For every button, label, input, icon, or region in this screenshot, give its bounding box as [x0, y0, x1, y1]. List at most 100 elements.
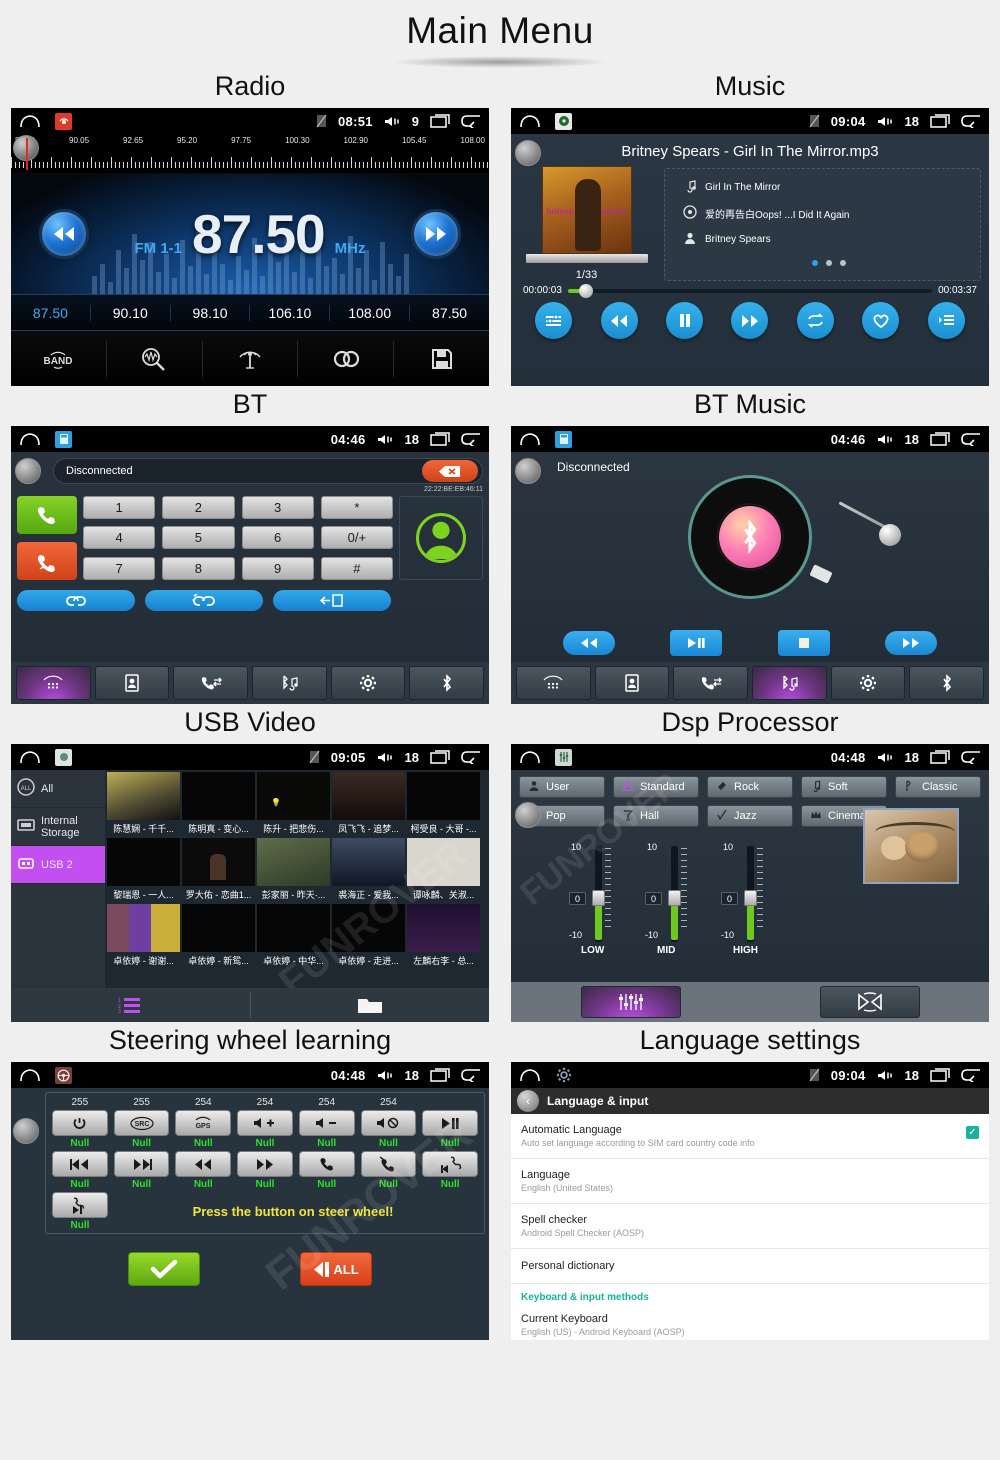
volume-knob[interactable] — [13, 1118, 39, 1144]
recents-icon[interactable] — [930, 1068, 950, 1082]
favorite-heart-icon[interactable] — [862, 302, 900, 339]
rewind-icon[interactable] — [175, 1151, 232, 1177]
recents-icon[interactable] — [930, 432, 950, 446]
previous-track-icon[interactable] — [600, 302, 638, 339]
mute-icon[interactable] — [360, 1110, 417, 1136]
home-icon[interactable] — [19, 114, 41, 128]
volume-knob[interactable] — [515, 140, 541, 166]
preset-hall[interactable]: Hall — [613, 805, 699, 827]
list-item[interactable]: 卓依婷 - 中华... — [257, 904, 330, 970]
preset-jazz[interactable]: Jazz — [707, 805, 793, 827]
list-item[interactable]: 黎瑞恩 - 一人... — [107, 838, 180, 904]
tab-bluetooth[interactable] — [909, 666, 985, 700]
list-item[interactable]: 柯受良 - 大哥 -... — [407, 772, 480, 838]
power-icon[interactable] — [52, 1110, 108, 1136]
list-item[interactable]: Personal dictionary — [511, 1249, 989, 1284]
music-app-icon[interactable] — [555, 112, 572, 130]
list-item[interactable]: Spell checker Android Spell Checker (AOS… — [511, 1204, 989, 1249]
next-track-icon[interactable] — [731, 302, 769, 339]
list-item[interactable]: 💡 陈升 - 把悲伤... — [257, 772, 330, 838]
recents-icon[interactable] — [930, 750, 950, 764]
volume-knob[interactable] — [15, 458, 41, 484]
volume-knob[interactable] — [515, 802, 541, 828]
volume-up-icon[interactable] — [237, 1110, 293, 1136]
tab-bluetooth[interactable] — [409, 666, 485, 700]
stop-icon[interactable] — [777, 630, 830, 656]
dsp-app-icon[interactable] — [555, 748, 572, 766]
key-hash[interactable]: # — [320, 556, 393, 580]
save-disk-icon[interactable] — [394, 341, 489, 377]
equalizer-icon[interactable] — [535, 302, 573, 339]
key-1[interactable]: 1 — [83, 496, 156, 519]
fader-high[interactable]: 10 -10 0 HIGH — [721, 842, 769, 956]
key-5[interactable]: 5 — [162, 526, 235, 550]
seek-up-button[interactable] — [411, 209, 461, 259]
recents-icon[interactable] — [430, 750, 450, 764]
back-icon[interactable] — [961, 1068, 981, 1084]
next-track-icon[interactable] — [113, 1151, 170, 1177]
tab-call-history[interactable] — [673, 666, 749, 700]
previous-track-icon[interactable] — [52, 1151, 108, 1177]
page-dots[interactable] — [683, 257, 974, 269]
recents-icon[interactable] — [930, 114, 950, 128]
tab-bt-settings[interactable] — [830, 666, 906, 700]
gps-icon[interactable]: GPS — [175, 1110, 232, 1136]
home-icon[interactable] — [519, 750, 541, 764]
recents-icon[interactable] — [430, 432, 450, 446]
fader-handle[interactable] — [592, 890, 605, 906]
radio-app-icon[interactable] — [55, 112, 72, 130]
call-previous-icon[interactable] — [422, 1151, 478, 1177]
settings-app-icon[interactable] — [555, 1067, 572, 1084]
video-app-icon[interactable] — [55, 748, 72, 766]
tab-bt-settings[interactable] — [330, 666, 406, 700]
list-item[interactable]: 陈慧娴 - 千千... — [107, 772, 180, 838]
back-icon[interactable] — [961, 432, 981, 448]
call-next-icon[interactable] — [52, 1192, 108, 1218]
source-all[interactable]: ALL All — [11, 770, 105, 808]
previous-track-icon[interactable] — [562, 631, 615, 655]
signal-antenna-icon[interactable] — [203, 340, 299, 377]
list-item[interactable]: 谭咏麟、关淑... — [407, 838, 480, 904]
scan-search-icon[interactable] — [107, 340, 203, 377]
key-3[interactable]: 3 — [241, 496, 314, 519]
back-arrow-icon[interactable]: ‹ — [517, 1090, 539, 1112]
volume-knob[interactable] — [515, 458, 541, 484]
list-item[interactable]: 裘海正 - 爱我... — [332, 838, 405, 904]
list-item[interactable]: Language English (United States) — [511, 1159, 989, 1204]
volume-icon[interactable] — [377, 1069, 394, 1082]
home-icon[interactable] — [519, 1068, 541, 1082]
home-icon[interactable] — [519, 432, 541, 446]
volume-icon[interactable] — [877, 433, 894, 446]
home-icon[interactable] — [519, 114, 541, 128]
checkbox-checked-icon[interactable]: ✓ — [966, 1126, 979, 1139]
transfer-to-phone-icon[interactable] — [273, 590, 391, 611]
home-icon[interactable] — [19, 432, 41, 446]
volume-down-icon[interactable] — [298, 1110, 355, 1136]
tab-dialpad[interactable] — [16, 666, 91, 700]
preset-button-3[interactable]: 98.10 — [171, 304, 251, 321]
recents-icon[interactable] — [430, 1068, 450, 1082]
list-item[interactable]: 罗大佑 - 恋曲1... — [182, 838, 255, 904]
seek-down-button[interactable] — [39, 209, 89, 259]
preset-button-6[interactable]: 87.50 — [410, 305, 489, 321]
source-usb-2[interactable]: USB 2 — [11, 846, 105, 884]
confirm-check-icon[interactable] — [128, 1252, 200, 1286]
phone-number-input[interactable]: Disconnected — [53, 458, 483, 484]
home-icon[interactable] — [19, 1068, 41, 1082]
link-disconnect-icon[interactable] — [145, 590, 263, 611]
fast-forward-icon[interactable] — [237, 1151, 293, 1177]
key-2[interactable]: 2 — [162, 496, 235, 519]
preset-rock[interactable]: Rock — [707, 776, 793, 798]
preset-button-2[interactable]: 90.10 — [91, 304, 171, 321]
list-view-icon[interactable]: 123 — [11, 996, 250, 1014]
tab-bt-music[interactable] — [252, 666, 327, 700]
list-item[interactable]: 卓依婷 - 新鸳... — [182, 904, 255, 970]
key-8[interactable]: 8 — [162, 556, 235, 580]
call-answer-icon[interactable] — [17, 496, 77, 534]
src-icon[interactable]: SRC — [113, 1110, 170, 1136]
tab-contacts[interactable] — [594, 666, 670, 700]
preset-button-5[interactable]: 108.00 — [330, 304, 411, 321]
list-item[interactable]: Current Keyboard English (US) - Android … — [511, 1306, 989, 1340]
folder-icon[interactable] — [251, 996, 490, 1015]
call-answer-icon[interactable] — [298, 1151, 355, 1177]
